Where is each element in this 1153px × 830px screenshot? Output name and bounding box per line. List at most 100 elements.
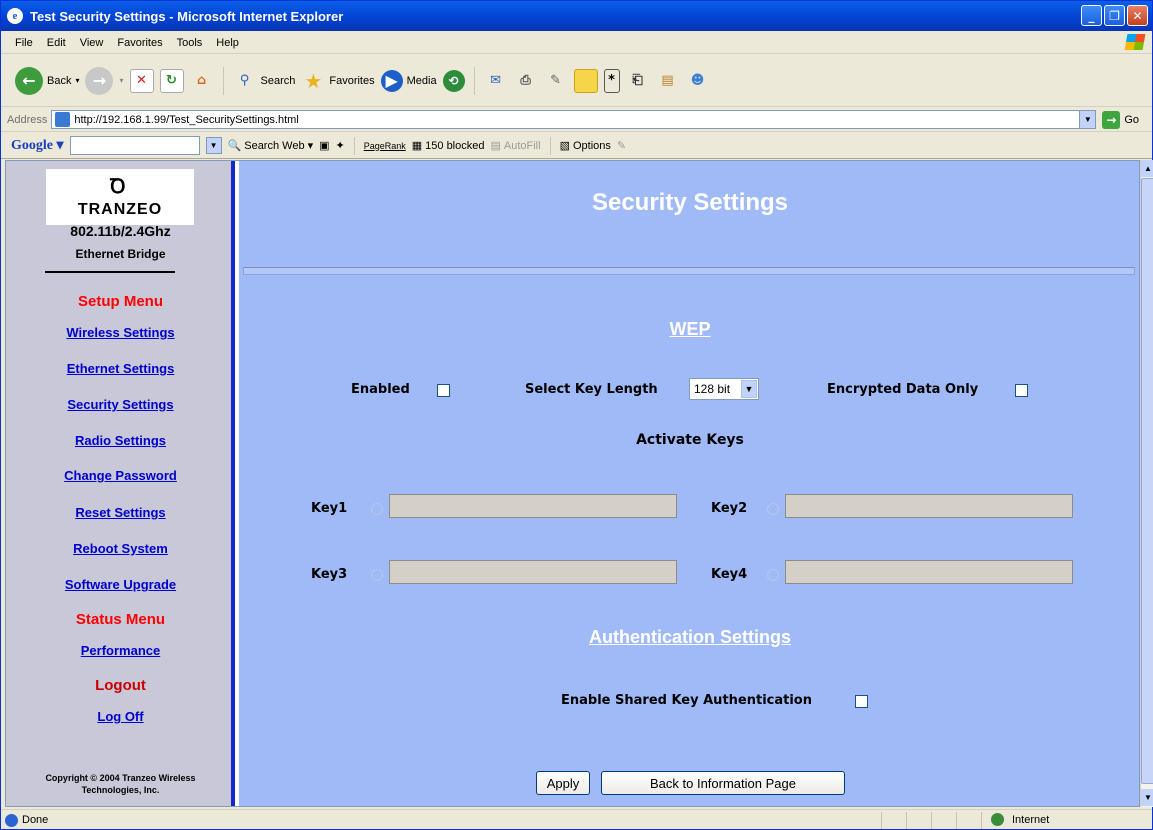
nav-performance[interactable]: Performance [6, 643, 235, 658]
restore-button[interactable]: ❐ [1104, 5, 1125, 26]
back-button[interactable]: ← Back ▾ [15, 66, 79, 95]
menu-help[interactable]: Help [216, 37, 239, 49]
vertical-scrollbar[interactable]: ▲ ▼ [1140, 160, 1153, 807]
key3-input[interactable] [389, 560, 677, 584]
menu-view[interactable]: View [80, 37, 104, 49]
shared-key-label: Enable Shared Key Authentication [561, 693, 812, 708]
key3-radio[interactable] [371, 569, 383, 581]
wep-heading: WEP [669, 319, 711, 339]
minimize-button[interactable]: _ [1081, 5, 1102, 26]
copyright-text: Copyright © 2004 Tranzeo Wireless Techno… [6, 772, 235, 796]
menu-favorites[interactable]: Favorites [117, 37, 162, 49]
refresh-icon[interactable]: ↻ [159, 68, 184, 93]
status-menu-heading: Status Menu [75, 611, 166, 628]
edit-icon[interactable]: ✎ [544, 69, 568, 93]
google-search-dropdown-icon[interactable]: ▼ [205, 137, 222, 154]
address-input[interactable]: http://192.168.1.99/Test_SecuritySetting… [51, 110, 1097, 129]
home-icon[interactable]: ⌂ [190, 69, 214, 93]
key1-label: Key1 [311, 501, 348, 516]
back-to-info-button[interactable]: Back to Information Page [601, 771, 845, 795]
nav-radio-settings[interactable]: Radio Settings [6, 433, 235, 448]
menu-edit[interactable]: Edit [47, 37, 66, 49]
nav-reset-settings[interactable]: Reset Settings [6, 505, 235, 520]
model-label: 802.11b/2.4Ghz [70, 223, 171, 239]
key1-radio[interactable] [371, 503, 383, 515]
nav-reboot-system[interactable]: Reboot System [6, 541, 235, 556]
site-search-icon[interactable]: ▣ [319, 139, 329, 152]
messenger-icon[interactable]: ⎗ [626, 69, 650, 93]
internet-globe-icon [991, 813, 1004, 826]
page-content: Ꝺ TRANZEO 802.11b/2.4Ghz Ethernet Bridge… [5, 160, 1140, 807]
sidebar-divider [45, 271, 175, 273]
zone-label: Internet [1012, 813, 1050, 826]
popup-blocker-button[interactable]: ▦ 150 blocked [412, 139, 485, 153]
brand-name: TRANZEO [77, 201, 163, 218]
print-icon[interactable]: ⎙ [514, 69, 538, 93]
key1-input[interactable] [389, 494, 677, 518]
options-button[interactable]: ▧ Options [560, 139, 611, 153]
back-arrow-icon: ← [15, 66, 43, 95]
header-divider [243, 267, 1135, 275]
nav-wireless-settings[interactable]: Wireless Settings [6, 325, 235, 340]
status-bar: Done Internet [1, 809, 1152, 830]
menu-file[interactable]: File [15, 37, 33, 49]
status-text: Done [22, 814, 49, 826]
scroll-thumb[interactable] [1141, 178, 1153, 784]
copyright-line-1: Copyright © 2004 Tranzeo Wireless [45, 773, 196, 783]
news-icon[interactable]: ✦ [336, 139, 345, 152]
nav-security-settings[interactable]: Security Settings [6, 397, 235, 412]
go-button[interactable]: → Go [1102, 110, 1139, 129]
media-label: Media [406, 74, 437, 87]
copyright-line-2: Technologies, Inc. [81, 785, 160, 795]
menu-tools[interactable]: Tools [177, 37, 203, 49]
research-icon[interactable]: * [603, 68, 620, 93]
shared-key-checkbox[interactable] [855, 695, 868, 708]
key-length-label: Select Key Length [525, 382, 658, 397]
tranzeo-logo: Ꝺ TRANZEO [46, 169, 194, 225]
go-arrow-icon: → [1102, 110, 1121, 129]
security-zone: Internet [991, 813, 1049, 826]
scroll-up-icon[interactable]: ▲ [1141, 160, 1153, 177]
nav-software-upgrade[interactable]: Software Upgrade [6, 577, 235, 592]
history-icon[interactable]: ⟲ [442, 69, 465, 92]
key4-input[interactable] [785, 560, 1073, 584]
title-bar: e Test Security Settings - Microsoft Int… [1, 1, 1152, 31]
forward-button[interactable]: → [85, 66, 114, 95]
page-status-icon [5, 813, 18, 827]
bookmark-icon[interactable]: ▤ [656, 69, 680, 93]
address-url: http://192.168.1.99/Test_SecuritySetting… [74, 113, 299, 126]
product-subtitle: Ethernet Bridge [75, 247, 166, 261]
search-icon: ⚲ [239, 73, 250, 88]
page-icon [55, 112, 71, 127]
key3-label: Key3 [311, 567, 348, 582]
search-web-button[interactable]: 🔍 Search Web ▾ [228, 139, 314, 153]
autofill-button[interactable]: ▤ AutoFill [490, 139, 540, 153]
pagerank-indicator[interactable]: PageRank [364, 141, 406, 151]
key4-radio[interactable] [767, 569, 779, 581]
stop-icon[interactable]: ✕ [129, 68, 154, 93]
address-dropdown-icon[interactable]: ▼ [1079, 111, 1096, 128]
search-button[interactable]: ⚲ Search [233, 69, 296, 93]
nav-change-password[interactable]: Change Password [6, 468, 235, 483]
key-length-select[interactable]: 128 bit ▼ [689, 378, 759, 400]
nav-log-off[interactable]: Log Off [6, 709, 235, 724]
media-button[interactable]: ▶ Media [380, 69, 437, 92]
highlight-icon[interactable]: ✎ [617, 139, 626, 152]
sidebar: Ꝺ TRANZEO 802.11b/2.4Ghz Ethernet Bridge… [6, 161, 235, 806]
favorites-star-icon: ★ [304, 68, 323, 93]
key2-input[interactable] [785, 494, 1073, 518]
apply-button[interactable]: Apply [536, 771, 590, 795]
encrypted-only-checkbox[interactable] [1015, 384, 1028, 397]
wep-enabled-checkbox[interactable] [437, 384, 450, 397]
discuss-icon[interactable] [573, 68, 598, 93]
favorites-button[interactable]: ★ Favorites [301, 69, 374, 93]
menu-bar: File Edit View Favorites Tools Help [1, 32, 1152, 54]
users-icon[interactable]: ☻ [686, 69, 710, 93]
key2-radio[interactable] [767, 503, 779, 515]
nav-ethernet-settings[interactable]: Ethernet Settings [6, 361, 235, 376]
google-logo[interactable]: Google ▾ [11, 137, 64, 154]
scroll-down-icon[interactable]: ▼ [1141, 789, 1153, 806]
google-search-input[interactable] [69, 136, 200, 155]
close-button[interactable]: ✕ [1127, 5, 1148, 26]
mail-icon[interactable]: ✉ [484, 69, 508, 93]
